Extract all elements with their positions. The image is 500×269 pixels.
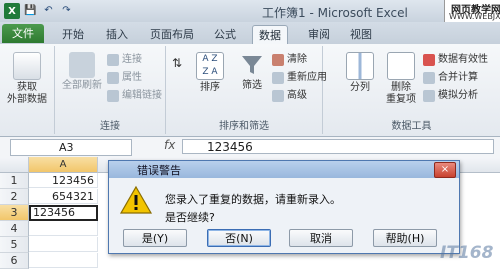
row-header-1[interactable]: 1: [0, 173, 29, 189]
row-header-4[interactable]: 4: [0, 221, 29, 237]
quick-access-toolbar: X 💾 ↶ ↷: [4, 3, 74, 19]
cancel-button[interactable]: 取消: [289, 229, 353, 247]
properties-icon: [107, 71, 119, 84]
help-button[interactable]: 帮助(H): [373, 229, 437, 247]
text-to-columns-icon: [346, 52, 374, 80]
row-header-2[interactable]: 2: [0, 189, 29, 205]
error-alert-dialog: 错误警告 × 您录入了重复的数据，请重新录入。 是否继续? 是(Y) 否(N) …: [108, 160, 460, 254]
group-sort-filter: ⇅ A ZZ A 排序 筛选 清除 重新应用 高级 排序和筛选: [166, 46, 327, 134]
refresh-all-button[interactable]: 全部刷新: [59, 52, 105, 92]
tab-data[interactable]: 数据: [252, 25, 288, 45]
get-external-data-button[interactable]: 获取 外部数据: [4, 52, 50, 106]
data-validation-icon: [423, 53, 435, 66]
tab-insert[interactable]: 插入: [100, 25, 134, 44]
no-button[interactable]: 否(N): [207, 229, 271, 247]
row-header-3[interactable]: 3: [0, 205, 29, 221]
advanced-button[interactable]: 高级: [272, 88, 307, 103]
group-label-sort-filter: 排序和筛选: [219, 121, 269, 132]
group-connections: 全部刷新 连接 属性 编辑链接 连接: [55, 46, 166, 134]
it168-watermark-logo: IT168: [440, 243, 494, 263]
undo-icon[interactable]: ↶: [41, 3, 56, 18]
what-if-analysis-button[interactable]: 模拟分析: [423, 88, 478, 103]
formula-bar: A3 fx 123456: [0, 137, 500, 158]
properties-button[interactable]: 属性: [107, 70, 142, 85]
name-box[interactable]: A3: [10, 139, 132, 156]
excel-logo-icon: X: [4, 3, 20, 19]
cell-a5[interactable]: [29, 237, 98, 252]
consolidate-icon: [423, 71, 435, 84]
dialog-message: 您录入了重复的数据，请重新录入。: [165, 193, 341, 206]
text-to-columns-button[interactable]: 分列: [343, 52, 377, 94]
cell-a2[interactable]: 654321: [29, 189, 98, 204]
sort-button[interactable]: A ZZ A 排序: [192, 52, 228, 94]
cell-a4[interactable]: [29, 221, 98, 236]
consolidate-button[interactable]: 合并计算: [423, 70, 478, 85]
cell-a3[interactable]: 123456: [29, 205, 98, 221]
group-get-external: 获取 外部数据: [0, 46, 55, 134]
ribbon-tabs: 文件 开始 插入 页面布局 公式 数据 审阅 视图: [0, 22, 500, 45]
tab-view[interactable]: 视图: [344, 25, 378, 44]
tab-page-layout[interactable]: 页面布局: [144, 25, 200, 44]
group-label-data-tools: 数据工具: [391, 121, 432, 132]
tab-home[interactable]: 开始: [56, 25, 90, 44]
reapply-icon: [272, 71, 284, 84]
row-header-6[interactable]: 6: [0, 253, 29, 269]
sort-asc-icon[interactable]: ⇅: [172, 56, 182, 71]
clear-filter-icon: [272, 53, 284, 66]
save-icon[interactable]: 💾: [23, 3, 38, 18]
ribbon: 获取 外部数据 全部刷新 连接 属性 编辑链接 连接 ⇅ A ZZ A 排序 筛…: [0, 44, 500, 137]
advanced-filter-icon: [272, 89, 284, 102]
warning-icon: [119, 185, 153, 214]
dialog-question: 是否继续?: [165, 211, 215, 224]
window-title: 工作簿1 - Microsoft Excel: [262, 6, 408, 20]
dialog-title-bar[interactable]: 错误警告 ×: [109, 161, 459, 178]
tab-file[interactable]: 文件: [2, 24, 44, 43]
remove-duplicates-button[interactable]: 删除 重复项: [381, 52, 421, 106]
filter-button[interactable]: 筛选: [236, 52, 268, 92]
clear-button[interactable]: 清除: [272, 52, 307, 67]
row-header-5[interactable]: 5: [0, 237, 29, 253]
funnel-icon: [239, 52, 265, 78]
link-icon: [107, 53, 119, 66]
what-if-icon: [423, 89, 435, 102]
title-bar: X 💾 ↶ ↷ 工作簿1 - Microsoft Excel 网页教学网 WWW…: [0, 0, 500, 22]
group-data-tools: 分列 删除 重复项 数据有效性 合并计算 模拟分析 数据工具: [323, 46, 500, 134]
column-header-a[interactable]: A: [29, 157, 98, 173]
edit-links-icon: [107, 89, 119, 102]
yes-button[interactable]: 是(Y): [123, 229, 187, 247]
site-watermark: 网页教学网 WWW.WEBJX.COM: [444, 0, 500, 22]
insert-function-icon[interactable]: fx: [164, 138, 175, 152]
connections-button[interactable]: 连接: [107, 52, 142, 67]
group-label-connections: 连接: [100, 121, 120, 132]
remove-duplicates-icon: [387, 52, 415, 80]
close-icon[interactable]: ×: [434, 162, 456, 178]
edit-links-button[interactable]: 编辑链接: [107, 88, 162, 103]
data-validation-button[interactable]: 数据有效性: [423, 52, 488, 67]
reapply-button[interactable]: 重新应用: [272, 70, 327, 85]
select-all-corner[interactable]: [0, 157, 29, 173]
sort-az-icon: A ZZ A: [196, 52, 224, 80]
dialog-title: 错误警告: [137, 164, 181, 177]
redo-icon[interactable]: ↷: [59, 3, 74, 18]
svg-text:IT168: IT168: [440, 243, 494, 263]
database-icon: [13, 52, 41, 80]
tab-review[interactable]: 审阅: [302, 25, 336, 44]
formula-input[interactable]: 123456: [182, 139, 494, 154]
refresh-icon: [69, 52, 95, 78]
cell-a1[interactable]: 123456: [29, 173, 98, 188]
tab-formulas[interactable]: 公式: [208, 25, 242, 44]
